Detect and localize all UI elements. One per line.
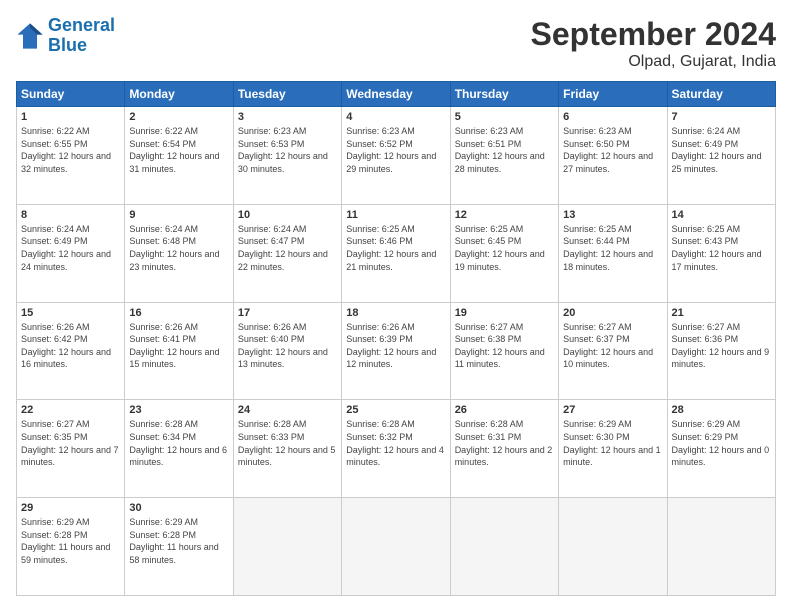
calendar: Sunday Monday Tuesday Wednesday Thursday… (16, 81, 776, 596)
month-title: September 2024 (531, 16, 776, 53)
logo-text: General Blue (48, 16, 115, 56)
empty-cell-4 (559, 498, 667, 596)
location: Olpad, Gujarat, India (531, 53, 776, 71)
day-18: 18 Sunrise: 6:26 AMSunset: 6:39 PMDaylig… (342, 302, 450, 400)
day-26: 26 Sunrise: 6:28 AMSunset: 6:31 PMDaylig… (450, 400, 558, 498)
empty-cell-2 (342, 498, 450, 596)
weekday-header-row: Sunday Monday Tuesday Wednesday Thursday… (17, 82, 776, 107)
day-11: 11 Sunrise: 6:25 AMSunset: 6:46 PMDaylig… (342, 204, 450, 302)
day-7: 7 Sunrise: 6:24 AMSunset: 6:49 PMDayligh… (667, 107, 775, 205)
col-sunday: Sunday (17, 82, 125, 107)
day-29: 29 Sunrise: 6:29 AMSunset: 6:28 PMDaylig… (17, 498, 125, 596)
week-5: 29 Sunrise: 6:29 AMSunset: 6:28 PMDaylig… (17, 498, 776, 596)
day-15: 15 Sunrise: 6:26 AMSunset: 6:42 PMDaylig… (17, 302, 125, 400)
logo-line1: General (48, 15, 115, 35)
week-2: 8 Sunrise: 6:24 AMSunset: 6:49 PMDayligh… (17, 204, 776, 302)
logo: General Blue (16, 16, 115, 56)
day-28: 28 Sunrise: 6:29 AMSunset: 6:29 PMDaylig… (667, 400, 775, 498)
day-25: 25 Sunrise: 6:28 AMSunset: 6:32 PMDaylig… (342, 400, 450, 498)
empty-cell-3 (450, 498, 558, 596)
day-3: 3 Sunrise: 6:23 AMSunset: 6:53 PMDayligh… (233, 107, 341, 205)
day-22: 22 Sunrise: 6:27 AMSunset: 6:35 PMDaylig… (17, 400, 125, 498)
day-24: 24 Sunrise: 6:28 AMSunset: 6:33 PMDaylig… (233, 400, 341, 498)
header: General Blue September 2024 Olpad, Gujar… (16, 16, 776, 71)
day-27: 27 Sunrise: 6:29 AMSunset: 6:30 PMDaylig… (559, 400, 667, 498)
empty-cell-5 (667, 498, 775, 596)
week-1: 1 Sunrise: 6:22 AMSunset: 6:55 PMDayligh… (17, 107, 776, 205)
day-30: 30 Sunrise: 6:29 AMSunset: 6:28 PMDaylig… (125, 498, 233, 596)
day-23: 23 Sunrise: 6:28 AMSunset: 6:34 PMDaylig… (125, 400, 233, 498)
col-tuesday: Tuesday (233, 82, 341, 107)
day-9: 9 Sunrise: 6:24 AMSunset: 6:48 PMDayligh… (125, 204, 233, 302)
logo-line2: Blue (48, 35, 87, 55)
day-16: 16 Sunrise: 6:26 AMSunset: 6:41 PMDaylig… (125, 302, 233, 400)
day-2: 2 Sunrise: 6:22 AMSunset: 6:54 PMDayligh… (125, 107, 233, 205)
title-block: September 2024 Olpad, Gujarat, India (531, 16, 776, 71)
col-saturday: Saturday (667, 82, 775, 107)
day-17: 17 Sunrise: 6:26 AMSunset: 6:40 PMDaylig… (233, 302, 341, 400)
day-21: 21 Sunrise: 6:27 AMSunset: 6:36 PMDaylig… (667, 302, 775, 400)
logo-icon (16, 22, 44, 50)
empty-cell-1 (233, 498, 341, 596)
col-monday: Monday (125, 82, 233, 107)
day-4: 4 Sunrise: 6:23 AMSunset: 6:52 PMDayligh… (342, 107, 450, 205)
day-6: 6 Sunrise: 6:23 AMSunset: 6:50 PMDayligh… (559, 107, 667, 205)
day-14: 14 Sunrise: 6:25 AMSunset: 6:43 PMDaylig… (667, 204, 775, 302)
day-12: 12 Sunrise: 6:25 AMSunset: 6:45 PMDaylig… (450, 204, 558, 302)
col-wednesday: Wednesday (342, 82, 450, 107)
day-10: 10 Sunrise: 6:24 AMSunset: 6:47 PMDaylig… (233, 204, 341, 302)
col-friday: Friday (559, 82, 667, 107)
week-4: 22 Sunrise: 6:27 AMSunset: 6:35 PMDaylig… (17, 400, 776, 498)
col-thursday: Thursday (450, 82, 558, 107)
page: General Blue September 2024 Olpad, Gujar… (0, 0, 792, 612)
day-13: 13 Sunrise: 6:25 AMSunset: 6:44 PMDaylig… (559, 204, 667, 302)
week-3: 15 Sunrise: 6:26 AMSunset: 6:42 PMDaylig… (17, 302, 776, 400)
day-20: 20 Sunrise: 6:27 AMSunset: 6:37 PMDaylig… (559, 302, 667, 400)
day-19: 19 Sunrise: 6:27 AMSunset: 6:38 PMDaylig… (450, 302, 558, 400)
day-1: 1 Sunrise: 6:22 AMSunset: 6:55 PMDayligh… (17, 107, 125, 205)
day-8: 8 Sunrise: 6:24 AMSunset: 6:49 PMDayligh… (17, 204, 125, 302)
day-5: 5 Sunrise: 6:23 AMSunset: 6:51 PMDayligh… (450, 107, 558, 205)
